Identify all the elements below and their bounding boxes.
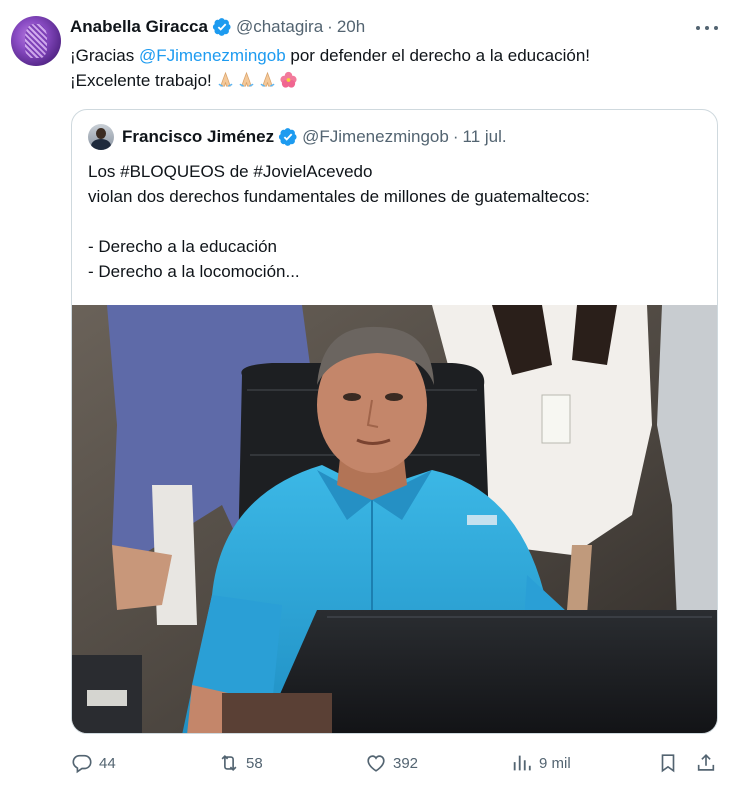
verified-badge-icon[interactable] [278, 127, 298, 147]
tweet-header: Anabella Giracca @chatagira · 20h [70, 15, 365, 39]
folded-hands-emoji [260, 71, 275, 87]
like-icon [367, 755, 385, 772]
photo-illustration [72, 305, 717, 733]
quote-date[interactable]: 11 jul. [463, 127, 507, 147]
share-button[interactable] [695, 748, 717, 778]
tweet-text-line2: ¡Excelente trabajo! [70, 71, 212, 90]
quote-text: Los #BLOQUEOS de #JovielAcevedo violan d… [88, 162, 590, 281]
repost-icon [221, 754, 237, 772]
repost-button[interactable]: 58 [218, 748, 263, 778]
quoted-tweet[interactable]: Francisco Jiménez @FJimenezmingob · 11 j… [71, 109, 718, 734]
author-avatar[interactable] [11, 16, 61, 66]
tweet-text: ¡Gracias @FJimenezmingob por defender el… [70, 43, 710, 93]
views-icon [513, 755, 531, 771]
like-button[interactable]: 392 [365, 748, 418, 778]
separator-dot: · [327, 17, 333, 36]
folded-hands-emoji [218, 71, 233, 87]
reply-count: 44 [99, 754, 116, 772]
folded-hands-emoji [239, 71, 254, 87]
bookmark-icon [661, 754, 675, 773]
quote-header: Francisco Jiménez @FJimenezmingob · 11 j… [88, 124, 507, 150]
quote-author-handle[interactable]: @FJimenezmingob [302, 127, 449, 147]
tweet[interactable]: Anabella Giracca @chatagira · 20h ¡Graci… [0, 0, 732, 792]
quote-author-avatar[interactable] [88, 124, 114, 150]
tweet-time[interactable]: 20h [337, 17, 365, 37]
tweet-text-part1: ¡Gracias [70, 46, 139, 65]
mention-link[interactable]: @FJimenezmingob [139, 46, 286, 65]
author-handle[interactable]: @chatagira [236, 17, 323, 37]
verified-badge-icon[interactable] [212, 17, 232, 37]
separator-dot: · [452, 127, 459, 146]
tweet-text-part2: por defender el derecho a la educación! [285, 46, 590, 65]
views-count: 9 mil [539, 754, 571, 772]
like-count: 392 [393, 754, 419, 772]
more-icon[interactable] [696, 18, 718, 38]
author-name[interactable]: Anabella Giracca [70, 17, 208, 37]
bookmark-button[interactable] [657, 748, 679, 778]
repost-count: 58 [246, 754, 263, 772]
reply-icon [72, 754, 92, 774]
views-button[interactable]: 9 mil [511, 748, 571, 778]
hibiscus-emoji [280, 71, 298, 88]
reply-button[interactable]: 44 [71, 748, 116, 778]
action-bar: 44 58 392 9 mil [0, 748, 732, 778]
quote-author-name[interactable]: Francisco Jiménez [122, 127, 274, 147]
quote-photo[interactable] [72, 305, 717, 733]
share-icon [697, 754, 715, 771]
